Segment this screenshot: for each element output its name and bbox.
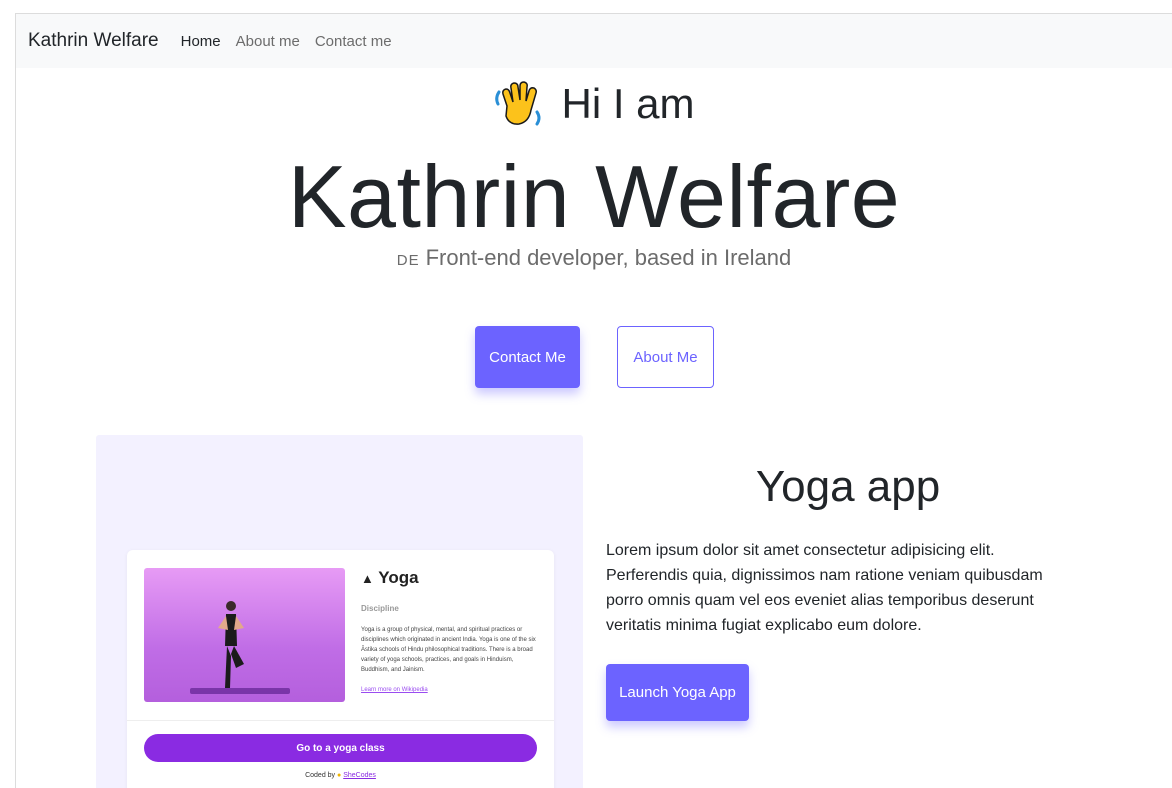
preview-wikipedia-link: Learn more on Wikipedia	[361, 687, 428, 693]
greeting-text: Hi I am	[561, 80, 695, 127]
navbar-brand[interactable]: Kathrin Welfare	[28, 30, 159, 52]
shecodes-link: SheCodes	[343, 772, 376, 779]
yoga-photo	[144, 568, 345, 702]
preview-footer: Coded by ● SheCodes	[127, 772, 554, 779]
contact-me-button[interactable]: Contact Me	[475, 326, 580, 388]
waving-hand-icon	[495, 81, 541, 126]
preview-description: Yoga is a group of physical, mental, and…	[361, 627, 536, 673]
nav-link-contact[interactable]: Contact me	[315, 33, 392, 50]
preview-card: ▲ Yoga Discipline Yoga is a group of phy…	[127, 550, 554, 788]
coded-by-text: Coded by	[305, 772, 336, 779]
project-preview-image: ▲ Yoga Discipline Yoga is a group of phy…	[96, 435, 583, 788]
preview-cta-button: Go to a yoga class	[144, 734, 537, 762]
shecodes-logo-icon: ●	[337, 772, 342, 779]
nav-link-about[interactable]: About me	[236, 33, 300, 50]
person-in-lotus-icon: ▲	[361, 571, 374, 586]
preview-card-title: ▲ Yoga	[361, 568, 419, 588]
navbar: Kathrin Welfare Home About me Contact me	[16, 14, 1172, 68]
hero-subtitle: DE Front-end developer, based in Ireland	[16, 245, 1172, 271]
divider	[127, 720, 554, 721]
launch-yoga-app-button[interactable]: Launch Yoga App	[606, 664, 749, 721]
project-title: Yoga app	[755, 462, 941, 511]
greeting: Hi I am	[16, 78, 1172, 130]
browser-viewport: Kathrin Welfare Home About me Contact me…	[15, 13, 1172, 788]
hero-name: Kathrin Welfare	[287, 147, 901, 246]
preview-discipline: Discipline	[361, 604, 399, 613]
nav-link-home[interactable]: Home	[181, 33, 221, 50]
subtitle-text: Front-end developer, based in Ireland	[425, 245, 792, 270]
yoga-pose-illustration	[190, 601, 290, 694]
flag-label: DE	[396, 252, 420, 269]
project-description: Lorem ipsum dolor sit amet consectetur a…	[606, 542, 1043, 634]
preview-title-text: Yoga	[378, 568, 419, 587]
about-me-button[interactable]: About Me	[617, 326, 714, 388]
